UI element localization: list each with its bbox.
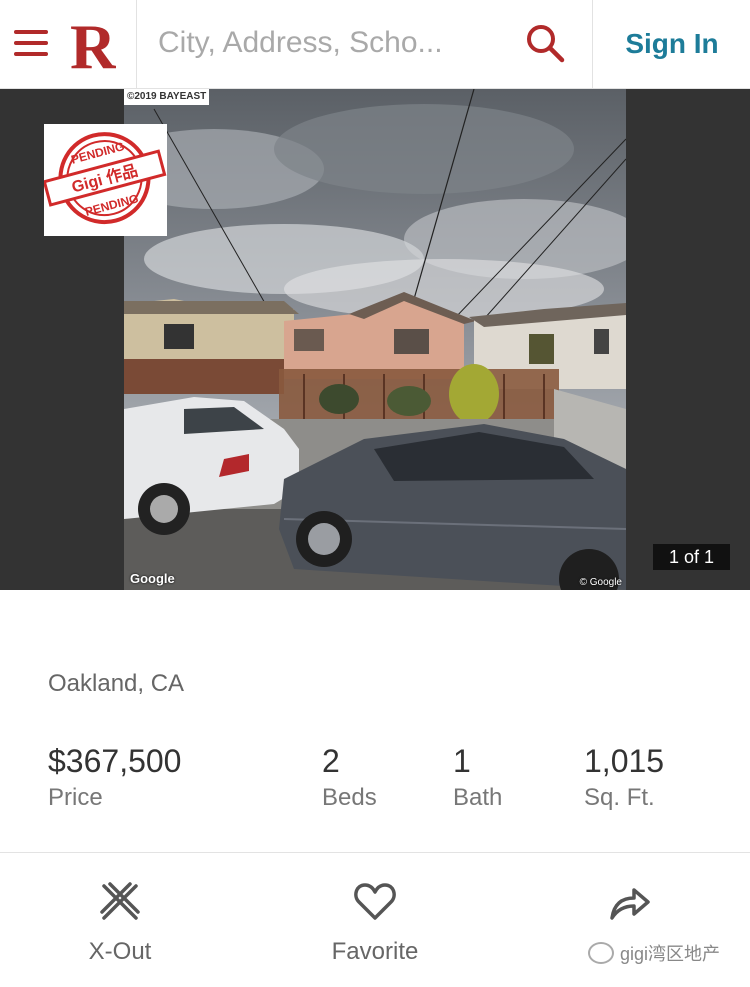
beds-stat: 2 Beds <box>322 742 377 814</box>
mls-watermark: ©2019 BAYEAST <box>124 89 210 105</box>
top-header: R Sign In <box>0 0 750 89</box>
x-out-label: X-Out <box>88 938 152 965</box>
svg-text:R: R <box>70 14 116 74</box>
sqft-label: Sq. Ft. <box>584 784 655 811</box>
sqft-stat: 1,015 Sq. Ft. <box>584 742 664 814</box>
section-divider <box>0 852 750 853</box>
favorite-button[interactable]: Favorite <box>280 872 470 972</box>
google-copyright: © Google <box>579 577 622 588</box>
bath-stat: 1 Bath <box>453 742 502 814</box>
wechat-watermark-text: gigi湾区地产 <box>620 944 721 964</box>
bath-label: Bath <box>453 784 503 811</box>
sign-in-link[interactable]: Sign In <box>594 0 750 88</box>
listing-location: Oakland, CA <box>48 670 185 697</box>
wechat-watermark: gigi湾区地产 <box>588 940 720 966</box>
beds-value: 2 <box>322 743 340 779</box>
favorite-label: Favorite <box>331 938 419 965</box>
google-attribution: Google <box>130 571 175 586</box>
price-value: $367,500 <box>48 743 182 779</box>
redfin-logo[interactable]: R <box>68 14 116 74</box>
listing-photo[interactable]: ©2019 BAYEAST Google © Google <box>124 89 626 590</box>
header-divider <box>592 0 593 88</box>
search-icon[interactable] <box>524 22 566 64</box>
photo-counter: 1 of 1 <box>653 544 730 570</box>
price-label: Price <box>48 784 103 811</box>
price-stat: $367,500 Price <box>48 742 181 814</box>
wechat-icon <box>588 942 614 964</box>
header-divider <box>136 0 137 88</box>
beds-label: Beds <box>322 784 377 811</box>
search-input[interactable] <box>158 20 498 66</box>
bath-value: 1 <box>453 743 471 779</box>
listing-photo-carousel[interactable]: ©2019 BAYEAST Google © Google Gigi 作品 PE… <box>0 89 750 590</box>
sqft-value: 1,015 <box>584 743 665 779</box>
heart-icon <box>354 883 396 920</box>
pending-stamp: Gigi 作品 PENDING PENDING <box>42 124 167 236</box>
hamburger-menu-icon[interactable] <box>14 26 50 60</box>
x-out-icon <box>100 882 140 920</box>
share-arrow-icon <box>610 888 650 920</box>
x-out-button[interactable]: X-Out <box>25 872 215 972</box>
